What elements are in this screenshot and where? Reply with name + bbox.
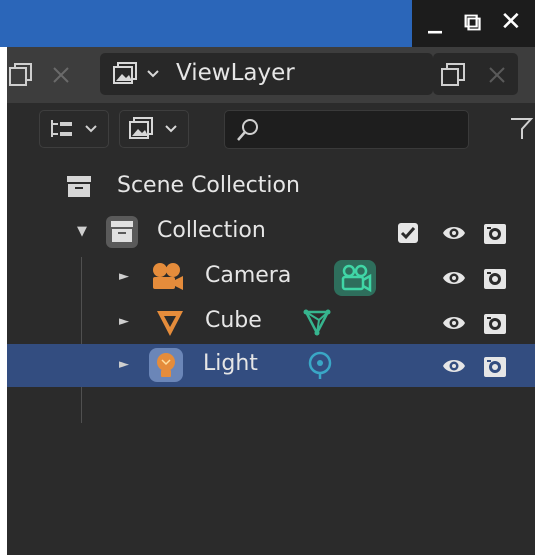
outliner-body: Scene Collection ▼ Collection ► Camera ►…	[7, 103, 535, 555]
outliner-panel: ViewLayer Scene Collection ▼ Collection …	[7, 47, 535, 555]
window-titlebar: _ ⧉ ✕	[0, 0, 535, 47]
view-layer-mode-button[interactable]	[119, 110, 189, 148]
chevron-down-icon	[147, 70, 159, 78]
close-button[interactable]: ✕	[500, 6, 522, 38]
checkbox-checked-icon[interactable]	[397, 222, 419, 244]
minimize-button[interactable]: _	[428, 2, 442, 34]
display-mode-button[interactable]	[39, 110, 109, 148]
mesh-data-icon[interactable]	[301, 306, 333, 338]
scene-collection-label: Scene Collection	[117, 173, 300, 198]
light-data-icon[interactable]	[305, 349, 335, 381]
expand-triangle-icon[interactable]: ►	[119, 314, 129, 329]
remove-scene-icon[interactable]	[49, 63, 73, 87]
cube-label: Cube	[205, 308, 262, 333]
camera-data-icon[interactable]	[333, 259, 377, 297]
outliner-tree-icon	[51, 120, 72, 137]
search-icon	[237, 119, 258, 141]
collection-icon	[106, 216, 138, 248]
camera-object-icon	[153, 263, 183, 290]
expand-triangle-icon[interactable]: ▼	[77, 224, 87, 239]
expand-triangle-icon[interactable]: ►	[119, 269, 129, 284]
remove-view-layer-icon[interactable]	[485, 63, 509, 87]
image-layers-icon	[129, 117, 153, 139]
camera-render-icon[interactable]	[482, 353, 508, 379]
chevron-down-icon	[85, 125, 97, 133]
view-layer-field[interactable]: ViewLayer	[100, 53, 433, 95]
view-layer-name: ViewLayer	[176, 60, 295, 86]
light-row[interactable]: ► Light	[7, 344, 535, 387]
collection-row[interactable]: ▼ Collection	[7, 210, 535, 255]
image-layers-icon	[113, 62, 137, 84]
titlebar-active-area	[0, 0, 412, 47]
eye-icon[interactable]	[441, 311, 467, 335]
cube-row[interactable]: ► Cube	[7, 300, 535, 345]
view-layer-browse-button[interactable]	[108, 57, 166, 91]
eye-icon[interactable]	[441, 266, 467, 290]
view-layer-actions	[433, 53, 518, 95]
new-scene-icon[interactable]	[7, 61, 35, 89]
light-object-icon	[149, 348, 183, 382]
camera-render-icon[interactable]	[482, 310, 508, 336]
scene-collection-row[interactable]: Scene Collection	[7, 165, 535, 210]
search-input[interactable]	[224, 110, 469, 149]
top-header: ViewLayer	[7, 47, 535, 103]
eye-icon[interactable]	[441, 221, 467, 245]
restore-button[interactable]: ⧉	[464, 6, 481, 38]
collection-label: Collection	[157, 218, 266, 243]
chevron-down-icon	[165, 125, 177, 133]
camera-row[interactable]: ► Camera	[7, 255, 535, 300]
scene-collection-icon	[67, 176, 91, 197]
light-label: Light	[203, 351, 258, 376]
filter-icon[interactable]	[507, 115, 535, 143]
eye-icon[interactable]	[441, 354, 467, 378]
expand-triangle-icon[interactable]: ►	[119, 357, 129, 372]
mesh-object-icon	[157, 311, 183, 336]
camera-render-icon[interactable]	[482, 220, 508, 246]
camera-render-icon[interactable]	[482, 265, 508, 291]
camera-label: Camera	[205, 263, 292, 288]
new-view-layer-icon[interactable]	[439, 60, 469, 88]
